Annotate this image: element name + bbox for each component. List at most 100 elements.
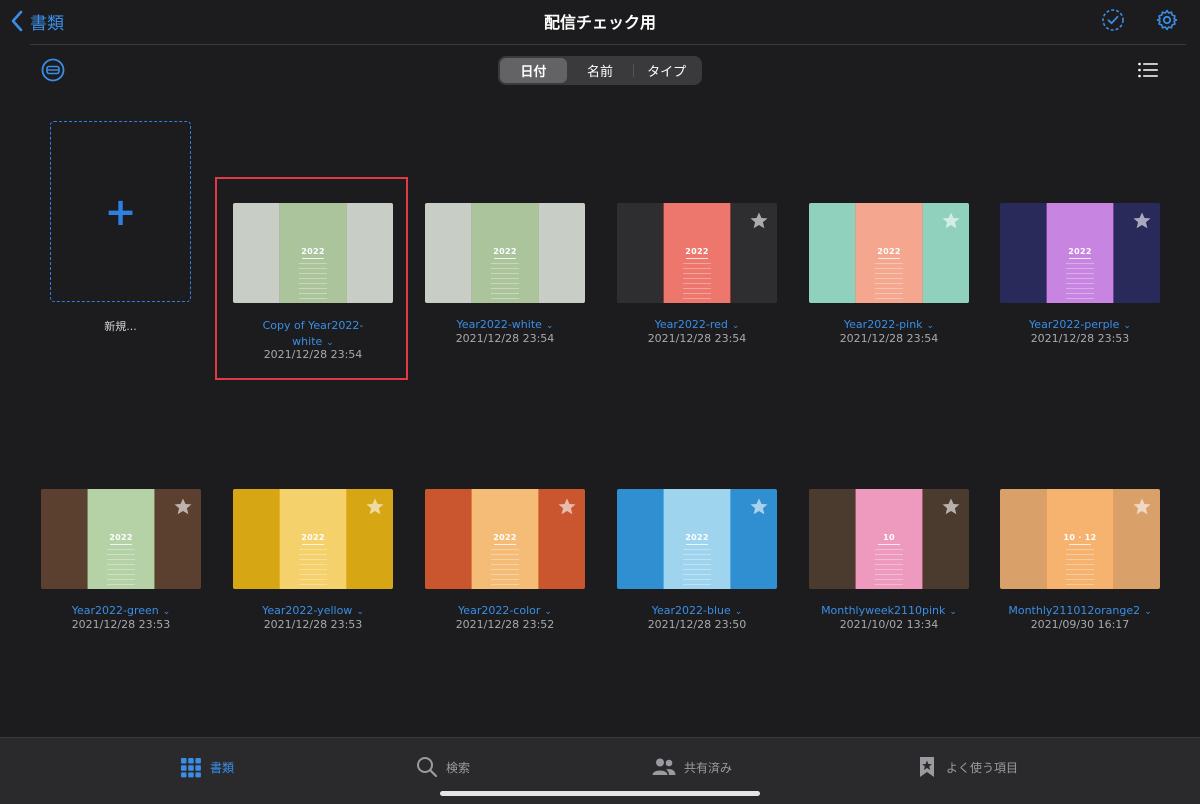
chevron-down-icon[interactable]: ⌄ <box>356 607 364 617</box>
star-icon[interactable] <box>365 497 385 517</box>
chevron-down-icon[interactable]: ⌄ <box>544 607 552 617</box>
document-name-text: Year2022-color <box>458 604 541 617</box>
thumbnail-calendar-lines <box>683 549 711 585</box>
page-title: 配信チェック用 <box>543 13 656 32</box>
star-icon[interactable] <box>1132 211 1152 231</box>
thumbnail-year-label: 2022 <box>425 533 585 545</box>
divider <box>30 44 1186 45</box>
star-icon[interactable] <box>173 497 193 517</box>
tab-shared[interactable]: 共有済み <box>652 754 732 780</box>
document-date: 2021/12/28 23:53 <box>71 618 171 631</box>
document-date: 2021/09/30 16:17 <box>1030 618 1130 631</box>
storage-location-icon[interactable] <box>40 57 66 83</box>
thumbnail-year-label: 2022 <box>41 533 201 545</box>
document-name-text: Year2022-blue <box>651 604 731 617</box>
document-thumbnail[interactable]: 2022 <box>233 203 393 303</box>
document-name[interactable]: Monthly211012orange2 ⌄ <box>990 604 1170 617</box>
document-thumbnail[interactable]: 2022 <box>617 203 777 303</box>
thumbnail-year-label: 2022 <box>233 247 393 259</box>
search-icon <box>417 757 438 778</box>
star-icon[interactable] <box>749 497 769 517</box>
thumbnail-calendar-lines <box>1066 263 1094 299</box>
star-icon[interactable] <box>1132 497 1152 517</box>
chevron-down-icon[interactable]: ⌄ <box>927 321 935 331</box>
thumbnail-year-label: 2022 <box>1000 247 1160 259</box>
chevron-down-icon[interactable]: ⌄ <box>949 607 957 617</box>
document-thumbnail[interactable]: 2022 <box>233 489 393 589</box>
select-checkmark-icon[interactable] <box>1101 8 1125 32</box>
document-thumbnail[interactable]: 2022 <box>1000 203 1160 303</box>
thumbnail-calendar-lines <box>683 263 711 299</box>
navigation-bar: 書類 配信チェック用 <box>0 0 1200 44</box>
document-thumbnail[interactable]: 2022 <box>425 203 585 303</box>
document-date: 2021/12/28 23:54 <box>839 332 939 345</box>
gear-icon[interactable] <box>1155 8 1179 32</box>
star-icon[interactable] <box>941 211 961 231</box>
document-date: 2021/12/28 23:54 <box>647 332 747 345</box>
list-view-icon[interactable] <box>1137 60 1159 80</box>
tab-shared-label: 共有済み <box>684 760 733 775</box>
document-thumbnail[interactable]: 2022 <box>809 203 969 303</box>
document-date: 2021/12/28 23:54 <box>263 348 363 361</box>
tab-search[interactable]: 検索 <box>416 754 470 780</box>
document-name[interactable]: Year2022-blue ⌄ <box>607 604 787 617</box>
document-thumbnail[interactable]: 10 <box>809 489 969 589</box>
star-icon[interactable] <box>749 211 769 231</box>
document-thumbnail[interactable]: 2022 <box>425 489 585 589</box>
chevron-down-icon[interactable]: ⌄ <box>1123 321 1131 331</box>
chevron-down-icon[interactable]: ⌄ <box>546 321 554 331</box>
people-icon <box>652 758 676 775</box>
sort-by-type[interactable]: タイプ <box>633 58 700 83</box>
chevron-left-icon <box>11 10 23 32</box>
chevron-down-icon[interactable]: ⌄ <box>163 607 171 617</box>
sort-segmented-control: 日付 名前 タイプ <box>498 56 702 85</box>
tab-favorites-label: よく使う項目 <box>946 760 1019 775</box>
tab-documents[interactable]: 書類 <box>180 754 234 780</box>
document-name[interactable]: Monthlyweek2110pink ⌄ <box>799 604 979 617</box>
sort-by-date[interactable]: 日付 <box>500 58 567 83</box>
thumbnail-year-label: 10 <box>809 533 969 545</box>
star-icon[interactable] <box>557 497 577 517</box>
document-name[interactable]: Copy of Year2022-white ⌄ <box>248 318 378 351</box>
home-indicator <box>440 791 760 796</box>
new-document-label: 新規... <box>104 320 137 333</box>
back-button[interactable]: 書類 <box>10 8 64 34</box>
thumbnail-calendar-lines <box>875 263 903 299</box>
thumbnail-year-label: 2022 <box>809 247 969 259</box>
back-button-label: 書類 <box>30 13 64 34</box>
document-name[interactable]: Year2022-pink ⌄ <box>799 318 979 331</box>
document-name[interactable]: Year2022-perple ⌄ <box>990 318 1170 331</box>
document-thumbnail[interactable]: 10 · 12 <box>1000 489 1160 589</box>
plus-icon: + <box>104 189 137 234</box>
document-name-text: Year2022-perple <box>1029 318 1120 331</box>
document-name-text: Year2022-pink <box>843 318 923 331</box>
chevron-down-icon[interactable]: ⌄ <box>735 607 743 617</box>
thumbnail-calendar-lines <box>1066 549 1094 585</box>
thumbnail-calendar-lines <box>491 549 519 585</box>
document-name-text: Year2022-green <box>71 604 159 617</box>
new-document-button[interactable]: + <box>50 121 191 302</box>
document-name[interactable]: Year2022-green ⌄ <box>31 604 211 617</box>
document-name[interactable]: Year2022-white ⌄ <box>415 318 595 331</box>
document-date: 2021/12/28 23:54 <box>455 332 555 345</box>
document-name-text: Monthly211012orange2 <box>1008 604 1141 617</box>
star-icon[interactable] <box>941 497 961 517</box>
sort-by-name[interactable]: 名前 <box>567 58 634 83</box>
document-name[interactable]: Year2022-yellow ⌄ <box>223 604 403 617</box>
tab-favorites[interactable]: よく使う項目 <box>916 754 1018 780</box>
thumbnail-calendar-lines <box>299 549 327 585</box>
document-name[interactable]: Year2022-color ⌄ <box>415 604 595 617</box>
document-name-text: Year2022-white <box>456 318 542 331</box>
thumbnail-year-label: 2022 <box>617 533 777 545</box>
document-thumbnail[interactable]: 2022 <box>617 489 777 589</box>
document-name[interactable]: Year2022-red ⌄ <box>607 318 787 331</box>
tab-documents-label: 書類 <box>210 760 235 775</box>
document-name-text: Monthlyweek2110pink <box>821 604 946 617</box>
thumbnail-calendar-lines <box>107 549 135 585</box>
thumbnail-year-label: 2022 <box>617 247 777 259</box>
chevron-down-icon[interactable]: ⌄ <box>1144 607 1152 617</box>
thumbnail-calendar-lines <box>299 263 327 299</box>
chevron-down-icon[interactable]: ⌄ <box>732 321 740 331</box>
thumbnail-year-label: 10 · 12 <box>1000 533 1160 545</box>
document-thumbnail[interactable]: 2022 <box>41 489 201 589</box>
